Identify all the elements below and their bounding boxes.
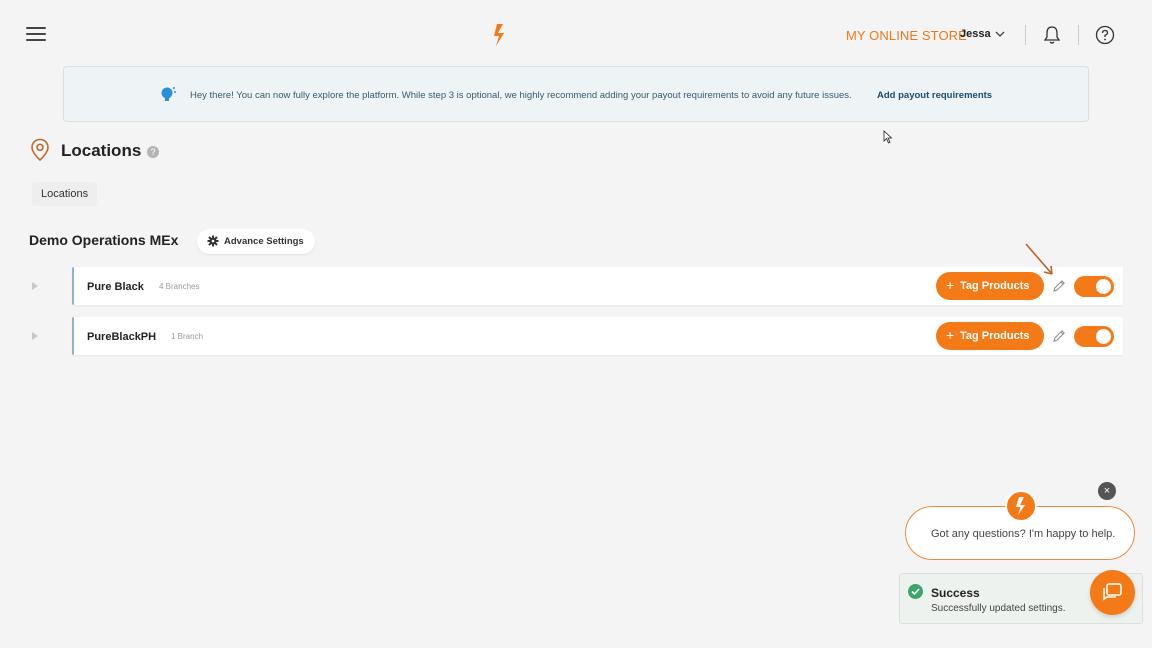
advance-settings-button[interactable]: Advance Settings: [197, 229, 315, 254]
divider: [1025, 25, 1026, 45]
toast-message: Successfully updated settings.: [931, 603, 1066, 614]
toggle-knob: [1096, 279, 1111, 294]
add-payout-requirements-link[interactable]: Add payout requirements: [877, 90, 992, 101]
tag-products-label: Tag Products: [960, 280, 1030, 292]
branch-count: 1 Branch: [171, 332, 204, 341]
toast-title: Success: [931, 586, 980, 600]
chat-assistant-avatar: [1005, 490, 1037, 522]
tag-products-button[interactable]: + Tag Products: [936, 322, 1044, 350]
branch-count: 4 Branches: [159, 282, 200, 291]
location-row[interactable]: PureBlackPH 1 Branch + Tag Products: [72, 317, 1123, 355]
assistant-logo-icon: [1016, 497, 1025, 515]
banner-message: Hey there! You can now fully explore the…: [190, 90, 852, 101]
user-menu-name[interactable]: Jessa: [960, 28, 991, 40]
tag-products-label: Tag Products: [960, 330, 1030, 342]
location-enabled-toggle[interactable]: [1074, 326, 1114, 347]
hamburger-menu-icon[interactable]: [26, 27, 46, 43]
brand-logo-icon: [494, 24, 504, 46]
notification-bell-icon[interactable]: [1042, 25, 1062, 45]
success-check-icon: [908, 584, 923, 599]
info-icon[interactable]: ?: [147, 146, 159, 158]
divider: [1078, 25, 1079, 45]
top-bar: MY ONLINE STORE Jessa: [0, 0, 1152, 70]
annotation-arrow-icon: [1025, 243, 1053, 275]
location-name: PureBlackPH: [87, 331, 157, 343]
location-row[interactable]: Pure Black 4 Branches + Tag Products: [72, 267, 1123, 305]
organization-title: Demo Operations MEx: [29, 232, 179, 248]
location-name: Pure Black: [87, 281, 144, 293]
expand-caret-icon[interactable]: [31, 331, 39, 341]
plus-icon: +: [946, 327, 955, 343]
page-title: Locations: [61, 141, 142, 160]
payout-info-banner: Hey there! You can now fully explore the…: [63, 66, 1089, 122]
toggle-knob: [1096, 329, 1111, 344]
lightbulb-icon: [161, 87, 176, 101]
plus-icon: +: [946, 277, 955, 293]
gear-icon: [207, 235, 219, 247]
store-name-link[interactable]: MY ONLINE STORE: [846, 28, 967, 43]
edit-pencil-icon[interactable]: [1052, 279, 1066, 293]
help-icon[interactable]: [1095, 25, 1115, 45]
location-pin-icon: [31, 138, 49, 162]
chat-icon: [1103, 583, 1122, 601]
advance-settings-label: Advance Settings: [224, 236, 304, 247]
expand-caret-icon[interactable]: [31, 281, 39, 291]
edit-pencil-icon[interactable]: [1052, 329, 1066, 343]
chevron-down-icon[interactable]: [995, 29, 1005, 39]
mouse-cursor-icon: [883, 130, 893, 144]
location-enabled-toggle[interactable]: [1074, 276, 1114, 297]
chat-close-button[interactable]: ×: [1098, 482, 1116, 500]
chat-launcher-button[interactable]: [1090, 570, 1135, 615]
tab-locations[interactable]: Locations: [32, 182, 98, 206]
chat-prompt-text: Got any questions? I'm happy to help.: [931, 528, 1116, 540]
